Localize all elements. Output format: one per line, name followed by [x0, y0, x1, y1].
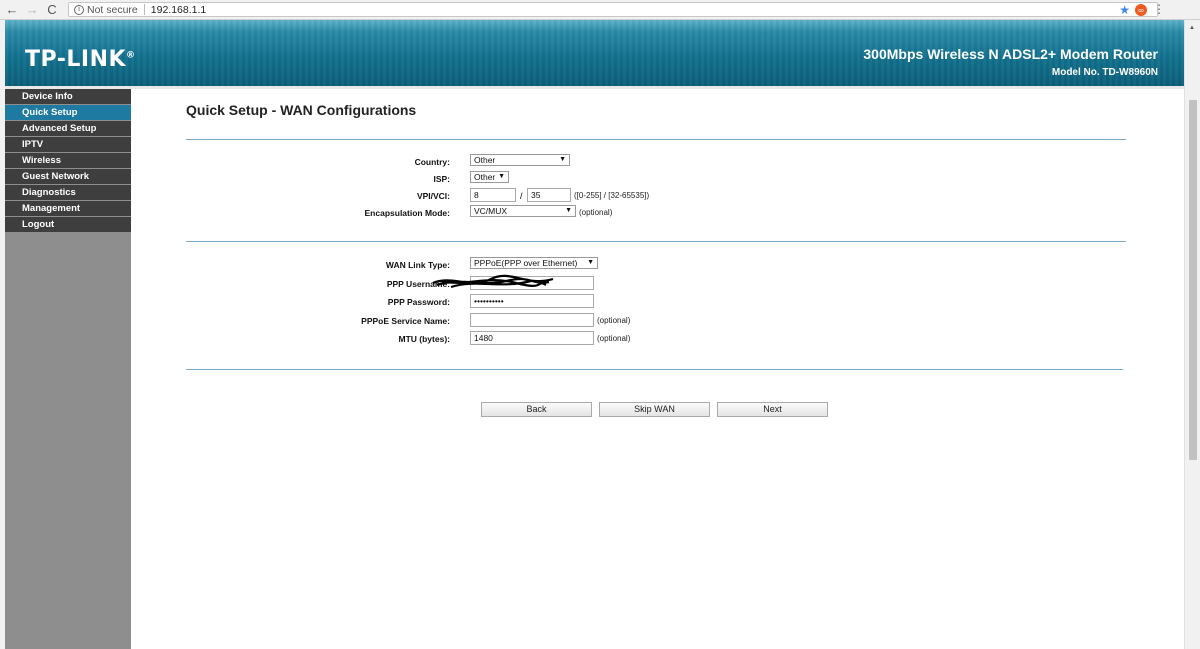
divider-middle — [186, 241, 1126, 242]
sidebar-menu: Device Info Quick Setup Advanced Setup I… — [5, 89, 131, 649]
divider-top — [186, 139, 1126, 140]
address-separator — [143, 4, 145, 15]
country-row: Country: Other ▼ — [131, 154, 1184, 170]
pppoe-service-label: PPPoE Service Name: — [361, 316, 450, 326]
ppp-password-label: PPP Password: — [387, 297, 450, 307]
vpi-vci-hint: ([0-255] / [32-65535]) — [574, 191, 650, 200]
browser-menu-icon[interactable]: ⋮ — [1153, 2, 1165, 16]
scrollbar-thumb[interactable] — [1189, 100, 1197, 460]
divider-bottom — [186, 369, 1123, 370]
ppp-password-row: PPP Password: •••••••••• — [131, 294, 1184, 310]
sidebar-item-advanced-setup[interactable]: Advanced Setup — [5, 121, 131, 137]
mtu-hint: (optional) — [597, 334, 631, 343]
pppoe-service-row: PPPoE Service Name: (optional) — [131, 313, 1184, 329]
sidebar-item-management[interactable]: Management — [5, 201, 131, 217]
encapsulation-select[interactable]: VC/MUX ▼ — [470, 205, 576, 217]
router-header: TP-LINK® 300Mbps Wireless N ADSL2+ Modem… — [5, 20, 1184, 86]
dropdown-arrow-icon: ▼ — [498, 173, 505, 180]
back-arrow-icon[interactable]: ← — [4, 2, 20, 18]
browser-toolbar: ← → C i Not secure 192.168.1.1 ★ ∞ ⋮ — [0, 0, 1200, 20]
sidebar-item-diagnostics[interactable]: Diagnostics — [5, 185, 131, 201]
sidebar-item-logout[interactable]: Logout — [5, 217, 131, 233]
vpi-vci-label: VPI/VCI: — [416, 191, 450, 201]
wan-link-select[interactable]: PPPoE(PPP over Ethernet) ▼ — [470, 257, 598, 269]
forward-arrow-icon[interactable]: → — [24, 2, 40, 18]
sidebar-item-iptv[interactable]: IPTV — [5, 137, 131, 153]
mtu-row: MTU (bytes): 1480 (optional) — [131, 331, 1184, 347]
bookmark-star-icon[interactable]: ★ — [1119, 3, 1130, 17]
dropdown-arrow-icon: ▼ — [559, 156, 566, 163]
url-text[interactable]: 192.168.1.1 — [151, 4, 206, 16]
dropdown-arrow-icon: ▼ — [587, 259, 594, 266]
vpi-vci-row: VPI/VCI: 8 / 35 ([0-255] / [32-65535]) — [131, 188, 1184, 204]
pppoe-service-hint: (optional) — [597, 316, 631, 325]
isp-label: ISP: — [433, 174, 450, 184]
product-name: 300Mbps Wireless N ADSL2+ Modem Router — [863, 46, 1158, 62]
isp-row: ISP: Other ▼ — [131, 171, 1184, 187]
address-bar[interactable]: i Not secure 192.168.1.1 — [68, 2, 1158, 17]
router-page: TP-LINK® 300Mbps Wireless N ADSL2+ Modem… — [5, 20, 1184, 649]
security-label: Not secure — [87, 3, 138, 16]
pppoe-service-input[interactable] — [470, 313, 594, 327]
encapsulation-row: Encapsulation Mode: VC/MUX ▼ (optional) — [131, 205, 1184, 221]
model-number: Model No. TD-W8960N — [1051, 67, 1158, 78]
vci-input[interactable]: 35 — [527, 188, 571, 202]
isp-select[interactable]: Other ▼ — [470, 171, 509, 183]
encapsulation-label: Encapsulation Mode: — [364, 208, 450, 218]
next-button[interactable]: Next — [717, 402, 828, 417]
page-title: Quick Setup - WAN Configurations — [186, 102, 417, 118]
ppp-username-row: PPP Username: — [131, 274, 1184, 292]
page-scrollbar[interactable]: ▲ — [1184, 20, 1200, 649]
encapsulation-hint: (optional) — [579, 208, 613, 217]
sidebar-item-device-info[interactable]: Device Info — [5, 89, 131, 105]
dropdown-arrow-icon: ▼ — [565, 207, 572, 214]
scroll-up-icon[interactable]: ▲ — [1189, 25, 1195, 31]
country-label: Country: — [414, 157, 450, 167]
extension-icon[interactable]: ∞ — [1135, 4, 1147, 16]
wan-link-row: WAN Link Type: PPPoE(PPP over Ethernet) ▼ — [131, 257, 1184, 273]
mtu-input[interactable]: 1480 — [470, 331, 594, 345]
skip-wan-button[interactable]: Skip WAN — [599, 402, 710, 417]
back-button[interactable]: Back — [481, 402, 592, 417]
sidebar-item-quick-setup[interactable]: Quick Setup — [5, 105, 131, 121]
reload-icon[interactable]: C — [44, 2, 60, 18]
sidebar-item-guest-network[interactable]: Guest Network — [5, 169, 131, 185]
country-select[interactable]: Other ▼ — [470, 154, 570, 166]
tp-link-logo: TP-LINK® — [25, 47, 136, 72]
info-icon[interactable]: i — [74, 4, 84, 15]
main-content: Quick Setup - WAN Configurations Country… — [131, 89, 1184, 649]
mtu-label: MTU (bytes): — [398, 334, 450, 344]
wan-link-label: WAN Link Type: — [385, 260, 450, 270]
ppp-password-input[interactable]: •••••••••• — [470, 294, 594, 308]
redaction-scribble — [432, 274, 554, 289]
sidebar-item-wireless[interactable]: Wireless — [5, 153, 131, 169]
vpi-input[interactable]: 8 — [470, 188, 516, 202]
vpi-vci-separator: / — [520, 191, 523, 201]
